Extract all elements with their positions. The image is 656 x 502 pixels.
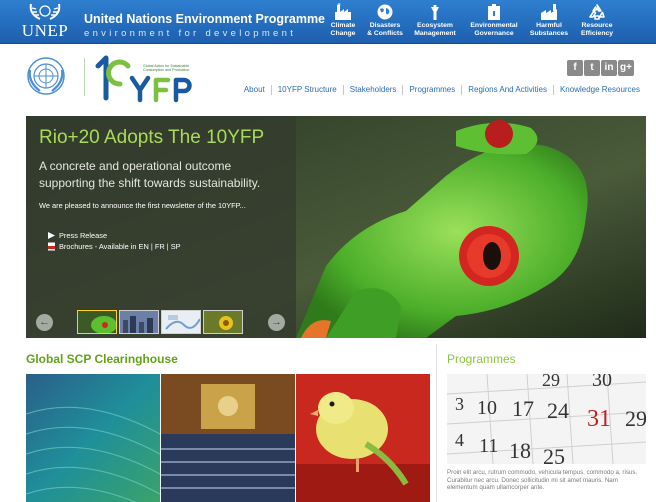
slide-summary: A concrete and operational outcome suppo…	[39, 159, 261, 190]
slider-prev-arrow-icon[interactable]: ←	[36, 314, 53, 331]
slider-thumb-diagram[interactable]	[161, 310, 201, 334]
nav-about[interactable]: About	[238, 85, 271, 95]
scp-tile-parakeet[interactable]	[296, 374, 430, 502]
parakeet-image	[296, 374, 430, 502]
theme-label: Resource Efficiency	[580, 22, 614, 37]
pdf-icon	[48, 242, 55, 251]
cal-num-4: 4	[455, 430, 464, 450]
unep-logo[interactable]: UNEP	[12, 2, 78, 42]
twitter-icon[interactable]: t	[584, 60, 600, 76]
building-icon	[488, 4, 500, 20]
nav-stakeholders[interactable]: Stakeholders	[342, 85, 403, 95]
google-plus-icon[interactable]: g+	[618, 60, 634, 76]
site-header: Global Action for Sustainable Consumptio…	[0, 44, 656, 110]
main-nav: About 10YFP Structure Stakeholders Progr…	[238, 83, 646, 97]
cal-num-24: 24	[547, 398, 569, 423]
programmes-description: Proin elit arcu, rutrum commodo, vehicul…	[447, 469, 638, 492]
slider-next-arrow-icon[interactable]: →	[268, 314, 285, 331]
cal-num-10: 10	[477, 397, 497, 419]
nav-regions-and-activities[interactable]: Regions And Activities	[461, 85, 553, 95]
recycle-icon	[589, 4, 605, 20]
theme-resource-efficiency[interactable]: Resource Efficiency	[576, 3, 618, 43]
hero-slider: Rio+20 Adopts The 10YFP A concrete and o…	[26, 116, 646, 338]
theme-environmental-governance[interactable]: Environmental Governance	[465, 3, 523, 43]
theme-label: Harmful Substances	[529, 22, 569, 37]
unep-logo-text: UNEP	[21, 21, 69, 40]
theme-ecosystem-management[interactable]: Ecosystem Management	[411, 3, 459, 43]
tree-icon	[431, 5, 439, 20]
unep-top-bar: UNEP United Nations Environment Programm…	[0, 0, 656, 44]
theme-climate-change[interactable]: Climate Change	[324, 3, 362, 43]
theme-label: Climate Change	[330, 22, 356, 37]
press-release-label: Press Release	[59, 231, 108, 240]
slide-title[interactable]: Rio+20 Adopts The 10YFP	[39, 127, 264, 149]
cal-num-18: 18	[509, 438, 531, 463]
scp-tile-feathers[interactable]	[26, 374, 160, 502]
cal-num-29b: 29	[625, 406, 646, 431]
theme-label: Ecosystem Management	[414, 22, 456, 37]
slide-caption-panel: Rio+20 Adopts The 10YFP A concrete and o…	[26, 116, 296, 338]
press-release-link[interactable]: Press Release	[48, 231, 108, 240]
linkedin-icon[interactable]: in	[601, 60, 617, 76]
unep-tagline: environment for development	[84, 28, 297, 39]
diagram-thumb-image	[162, 311, 200, 333]
globe-icon	[377, 4, 393, 20]
frog-thumb-image	[78, 311, 116, 333]
scp-tile-assembly-hall[interactable]	[161, 374, 295, 502]
programmes-title[interactable]: Programmes	[447, 352, 516, 366]
slider-thumb-city[interactable]	[119, 310, 159, 334]
cal-num-17: 17	[512, 396, 534, 421]
un-emblem-icon[interactable]	[26, 56, 66, 96]
cal-num-29: 29	[542, 374, 560, 390]
calendar-image: 29 30 3 10 17 24 31 29 4 11 18 25	[447, 374, 646, 464]
flower-thumb-image	[204, 311, 242, 333]
un-assembly-image	[161, 374, 295, 502]
cal-num-30: 30	[592, 374, 612, 391]
programmes-divider	[436, 344, 437, 502]
play-arrow-icon	[48, 232, 55, 239]
un-wreath-icon	[29, 3, 61, 20]
cal-num-11: 11	[479, 435, 498, 457]
factory-icon	[335, 3, 351, 20]
cal-num-25: 25	[543, 444, 565, 464]
feathers-image	[26, 374, 160, 502]
social-icons: f t in g+	[566, 57, 634, 76]
theme-label: Disasters & Conflicts	[367, 22, 403, 37]
brochures-link[interactable]: Brochures - Available in EN | FR | SP	[48, 242, 181, 251]
city-thumb-image	[120, 311, 158, 333]
brochures-label: Brochures - Available in EN | FR | SP	[59, 242, 181, 251]
10yfp-logo[interactable]	[92, 50, 204, 104]
logo-divider	[84, 58, 85, 96]
programmes-calendar-image[interactable]: 29 30 3 10 17 24 31 29 4 11 18 25	[447, 374, 646, 464]
10yfp-subtitle: Global Action for Sustainable Consumptio…	[143, 64, 190, 73]
slider-thumb-frog[interactable]	[77, 310, 117, 334]
theme-harmful-substances[interactable]: Harmful Substances	[526, 3, 572, 43]
slide-body-text: We are pleased to announce the first new…	[39, 201, 246, 210]
unep-title[interactable]: United Nations Environment Programme	[84, 12, 325, 26]
cal-num-31: 31	[587, 406, 611, 432]
theme-label: Environmental Governance	[470, 22, 518, 37]
slider-thumb-flower[interactable]	[203, 310, 243, 334]
nav-10yfp-structure[interactable]: 10YFP Structure	[270, 85, 343, 95]
theme-disasters-conflicts[interactable]: Disasters & Conflicts	[362, 3, 408, 43]
factory-smoke-icon	[541, 4, 557, 20]
nav-programmes[interactable]: Programmes	[402, 85, 461, 95]
cal-num-3: 3	[455, 394, 464, 414]
facebook-icon[interactable]: f	[567, 60, 583, 76]
scp-clearinghouse-title[interactable]: Global SCP Clearinghouse	[26, 352, 178, 366]
nav-knowledge-resources[interactable]: Knowledge Resources	[552, 85, 646, 95]
